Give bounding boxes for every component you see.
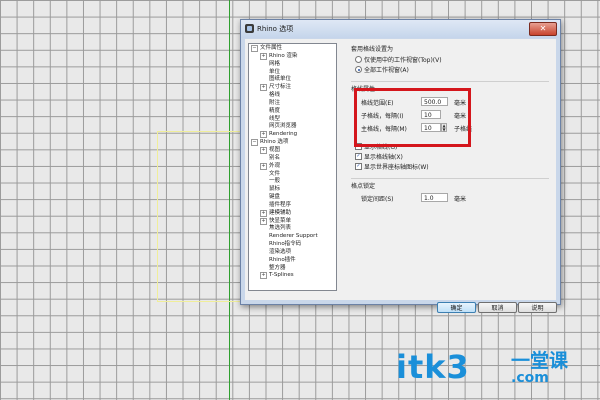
tree-item-label: 文件属性 bbox=[260, 45, 283, 51]
snap-spacing-unit: 毫米 bbox=[454, 196, 467, 203]
tree-item-label: 建模辅助 bbox=[269, 209, 292, 216]
tree-item[interactable]: − Rhino 选项 bbox=[249, 138, 336, 147]
help-button[interactable]: 说明 bbox=[518, 302, 557, 313]
snap-spacing-input[interactable]: 1.0 bbox=[421, 193, 448, 202]
tree-item-label: 整方器 bbox=[269, 264, 286, 271]
tree-item[interactable]: + 视图 bbox=[249, 146, 336, 154]
show-grid-axes-label: 显示格线轴(X) bbox=[364, 154, 403, 161]
rhino-app-icon bbox=[245, 24, 254, 33]
radio-indicator bbox=[355, 56, 362, 63]
snap-section-title: 格点锁定 bbox=[351, 183, 376, 190]
tree-item-label: 网格 bbox=[269, 60, 281, 67]
dialog-title: Rhino 选项 bbox=[257, 25, 294, 33]
tree-item[interactable]: 插件程序 bbox=[249, 201, 336, 209]
tree-item[interactable]: 文件 bbox=[249, 170, 336, 178]
tree-item-label: 附注 bbox=[269, 99, 281, 106]
tree-item-label: 图纸单位 bbox=[269, 76, 292, 83]
tree-item[interactable]: Rhino插件 bbox=[249, 256, 336, 264]
section-divider bbox=[351, 178, 549, 179]
show-world-axes-icon-label: 显示世界座标轴图标(W) bbox=[364, 164, 429, 171]
tree-item[interactable]: 鼠标 bbox=[249, 185, 336, 193]
tree-item-label: 鼠标 bbox=[269, 186, 281, 193]
snap-spacing-label: 锁定间距(S) bbox=[361, 196, 394, 203]
tree-item[interactable]: + Rendering bbox=[249, 130, 336, 139]
tree-item[interactable]: 附注 bbox=[249, 99, 336, 107]
tree-item-label: 网页浏览器 bbox=[269, 123, 297, 130]
options-tree[interactable]: − 文件属性 + Rhino 渲染 网格 单位 图纸单位 + 尺寸标注 格线 附注 精度 线型 网页浏览器… bbox=[248, 43, 337, 291]
cancel-button[interactable]: 取消 bbox=[478, 302, 517, 313]
tree-item-label: 精度 bbox=[269, 107, 281, 114]
tree-item[interactable]: Renderer Support bbox=[249, 232, 336, 240]
watermark-side-text: 一堂课 bbox=[511, 350, 569, 372]
tree-item-label: 外观 bbox=[269, 162, 281, 169]
annotation-highlight-box bbox=[354, 88, 471, 147]
tree-item[interactable]: 一般 bbox=[249, 177, 336, 185]
tree-item-label: 插件程序 bbox=[269, 201, 292, 208]
tree-item-label: Rhino 选项 bbox=[260, 139, 289, 146]
tree-item[interactable]: 精度 bbox=[249, 107, 336, 115]
tree-item-label: 渲染选项 bbox=[269, 248, 292, 255]
radio-active-viewport-label: 仅使用中的工作视窗(Top)(V) bbox=[364, 57, 442, 64]
radio-all-viewports-label: 全部工作视窗(A) bbox=[364, 67, 409, 74]
tree-item-label: Rhino指令码 bbox=[269, 241, 302, 248]
tree-item[interactable]: + 外观 bbox=[249, 162, 336, 170]
tree-item[interactable]: + 建模辅助 bbox=[249, 209, 336, 217]
apply-section-title: 套用格线设置为 bbox=[351, 46, 394, 53]
expand-icon[interactable]: + bbox=[260, 272, 267, 280]
tree-item[interactable]: 渲染选项 bbox=[249, 248, 336, 256]
tree-item[interactable]: 网格 bbox=[249, 60, 336, 68]
tree-item[interactable]: 线型 bbox=[249, 115, 336, 123]
tree-item-label: 格线 bbox=[269, 92, 281, 99]
tree-item[interactable]: 图纸单位 bbox=[249, 75, 336, 83]
site-watermark: itk3 一堂课 .com bbox=[396, 340, 592, 392]
tree-item-label: 别名 bbox=[269, 154, 281, 161]
watermark-main-text: itk3 bbox=[396, 348, 470, 386]
dialog-client: − 文件属性 + Rhino 渲染 网格 单位 图纸单位 + 尺寸标注 格线 附注 精度 线型 网页浏览器… bbox=[245, 39, 557, 313]
tree-item-label: 线型 bbox=[269, 115, 281, 122]
dialog-titlebar[interactable]: Rhino 选项 ✕ bbox=[241, 20, 560, 38]
rhino-options-dialog: Rhino 选项 ✕ − 文件属性 + Rhino 渲染 网格 单位 图纸单位 + 尺寸标注 格线… bbox=[240, 19, 561, 313]
tree-item-label: 键盘 bbox=[269, 194, 281, 201]
check-icon: ✓ bbox=[355, 153, 362, 160]
tree-item[interactable]: 单位 bbox=[249, 68, 336, 76]
tree-item[interactable]: + T-Splines bbox=[249, 271, 336, 280]
tree-item-label: 单位 bbox=[269, 68, 281, 75]
grid-settings-panel: 套用格线设置为 仅使用中的工作视窗(Top)(V) 全部工作视窗(A) 格线属性… bbox=[345, 43, 554, 289]
close-button[interactable]: ✕ bbox=[529, 22, 557, 36]
section-divider bbox=[351, 81, 549, 82]
tree-item[interactable]: + Rhino 渲染 bbox=[249, 52, 336, 60]
tree-item-label: Renderer Support bbox=[269, 233, 318, 240]
tree-item-label: 文件 bbox=[269, 170, 281, 177]
tree-item[interactable]: 焦选列表 bbox=[249, 224, 336, 232]
tree-item[interactable]: − 文件属性 bbox=[249, 44, 336, 52]
tree-item-label: 视图 bbox=[269, 146, 281, 153]
tree-item[interactable]: 网页浏览器 bbox=[249, 122, 336, 130]
tree-item-label: 焦选列表 bbox=[269, 225, 292, 232]
check-icon: ✓ bbox=[355, 163, 362, 170]
tree-item[interactable]: + 尺寸标注 bbox=[249, 83, 336, 92]
tree-item-label: Rhino 渲染 bbox=[269, 52, 298, 59]
tree-item-label: 快显菜单 bbox=[269, 217, 292, 224]
tree-item[interactable]: 别名 bbox=[249, 154, 336, 162]
tree-item[interactable]: + 快显菜单 bbox=[249, 217, 336, 225]
tree-item-label: 尺寸标注 bbox=[269, 84, 292, 91]
tree-item-label: Rhino插件 bbox=[269, 256, 296, 263]
tree-item[interactable]: 键盘 bbox=[249, 193, 336, 201]
tree-item[interactable]: 格线 bbox=[249, 91, 336, 99]
tree-item-label: 一般 bbox=[269, 178, 281, 185]
snap-spacing-row: 锁定间距(S) 1.0 毫米 bbox=[355, 193, 485, 203]
watermark-sub-text: .com bbox=[511, 370, 549, 386]
ok-button[interactable]: 确定 bbox=[437, 302, 476, 313]
tree-item[interactable]: Rhino指令码 bbox=[249, 240, 336, 248]
tree-item-label: T-Splines bbox=[269, 272, 294, 279]
tree-item-label: Rendering bbox=[269, 131, 298, 138]
tree-item[interactable]: 整方器 bbox=[249, 264, 336, 272]
radio-indicator bbox=[355, 66, 362, 73]
